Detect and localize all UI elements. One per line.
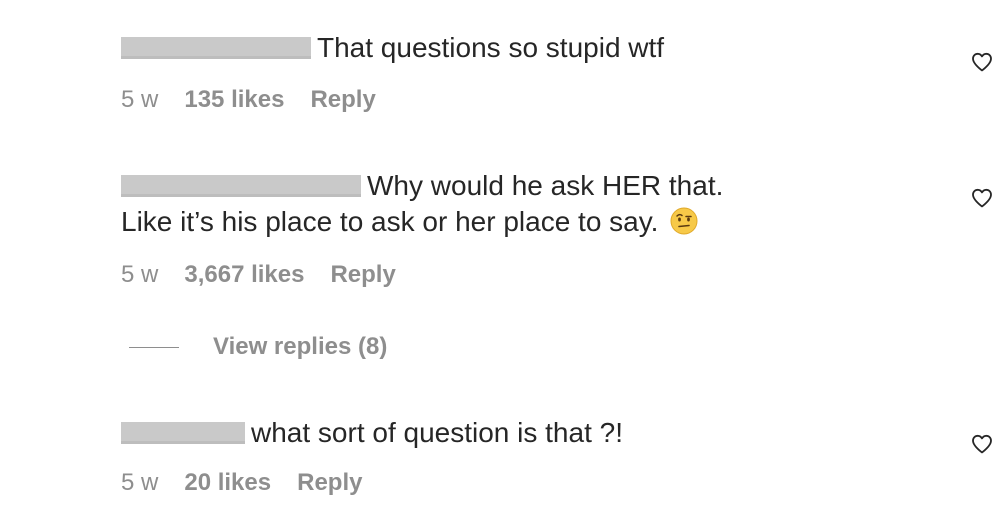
likes-count[interactable]: 3,667 likes bbox=[184, 261, 304, 288]
comment-meta: 5 w 20 likes Reply bbox=[121, 468, 362, 498]
reply-button[interactable]: Reply bbox=[297, 469, 362, 496]
comment-text-line-1: Why would he ask HER that. bbox=[367, 170, 724, 201]
comment-body: That questions so stupid wtf bbox=[121, 30, 921, 66]
comment-text-line-2: Like it’s his place to ask or her place … bbox=[121, 206, 659, 237]
comment-body: Why would he ask HER that. Like it’s his… bbox=[121, 168, 921, 240]
redacted-username[interactable] bbox=[121, 422, 245, 444]
comment-meta: 5 w 135 likes Reply bbox=[121, 85, 376, 115]
likes-count[interactable]: 20 likes bbox=[184, 469, 271, 496]
likes-count[interactable]: 135 likes bbox=[184, 86, 284, 113]
view-replies-label: View replies (8) bbox=[213, 333, 388, 360]
face-with-raised-eyebrow-emoji bbox=[670, 207, 698, 235]
view-replies-button[interactable]: View replies (8) bbox=[129, 332, 387, 362]
comment-text: what sort of question is that ?! bbox=[251, 417, 623, 448]
comment-meta: 5 w 3,667 likes Reply bbox=[121, 260, 396, 290]
comment-body: what sort of question is that ?! bbox=[121, 415, 921, 451]
replies-divider-line bbox=[129, 346, 179, 348]
comment-age: 5 w bbox=[121, 469, 159, 496]
reply-button[interactable]: Reply bbox=[310, 86, 375, 113]
comment-text: That questions so stupid wtf bbox=[317, 32, 665, 63]
heart-outline-icon[interactable] bbox=[970, 432, 994, 456]
redacted-username[interactable] bbox=[121, 175, 361, 197]
comment-age: 5 w bbox=[121, 86, 159, 113]
reply-button[interactable]: Reply bbox=[330, 261, 395, 288]
heart-outline-icon[interactable] bbox=[970, 186, 994, 210]
redacted-username[interactable] bbox=[121, 37, 311, 59]
comment-age: 5 w bbox=[121, 261, 159, 288]
heart-outline-icon[interactable] bbox=[970, 50, 994, 74]
